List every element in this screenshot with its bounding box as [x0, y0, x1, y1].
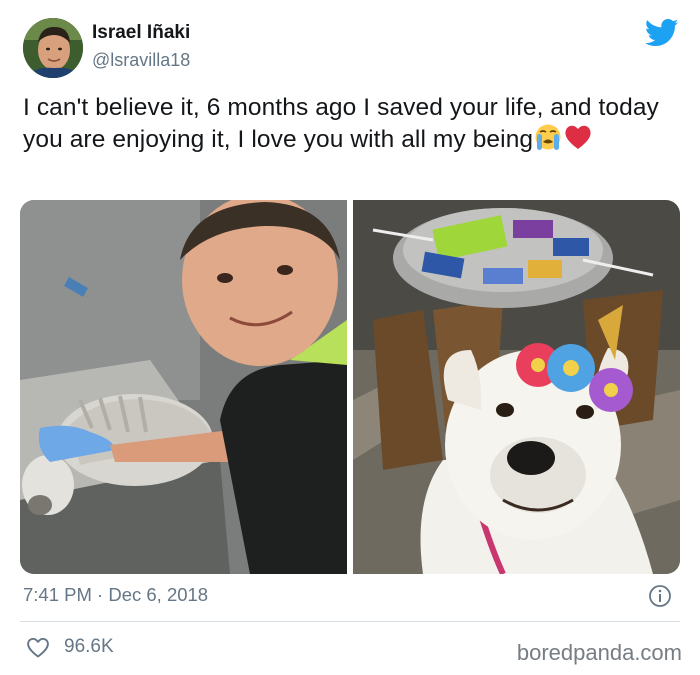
author-display-name[interactable]: Israel Iñaki	[92, 22, 190, 44]
author-handle[interactable]: @lsravilla18	[92, 50, 190, 71]
info-icon[interactable]	[648, 584, 672, 608]
avatar[interactable]	[23, 18, 83, 78]
red-heart-icon	[563, 123, 593, 159]
twitter-bird-icon[interactable]	[645, 18, 679, 48]
like-button[interactable]: 96.6K	[26, 634, 114, 660]
avatar-photo	[23, 18, 83, 78]
heart-icon	[27, 637, 49, 658]
tweet-card: Israel Iñaki @lsravilla18 I can't believ…	[0, 0, 700, 675]
photo-man-with-emaciated-dog[interactable]	[20, 200, 347, 574]
tweet-timestamp[interactable]: 7:41 PM · Dec 6, 2018	[23, 584, 208, 606]
photo-healthy-dog-with-flower-crown[interactable]	[353, 200, 680, 574]
tweet-text: I can't believe it, 6 months ago I saved…	[23, 92, 663, 159]
loudly-crying-face-icon	[533, 123, 563, 159]
watermark: boredpanda.com	[516, 640, 682, 665]
footer-divider	[20, 621, 680, 622]
like-count: 96.6K	[64, 636, 114, 657]
tweet-media[interactable]	[20, 200, 680, 574]
